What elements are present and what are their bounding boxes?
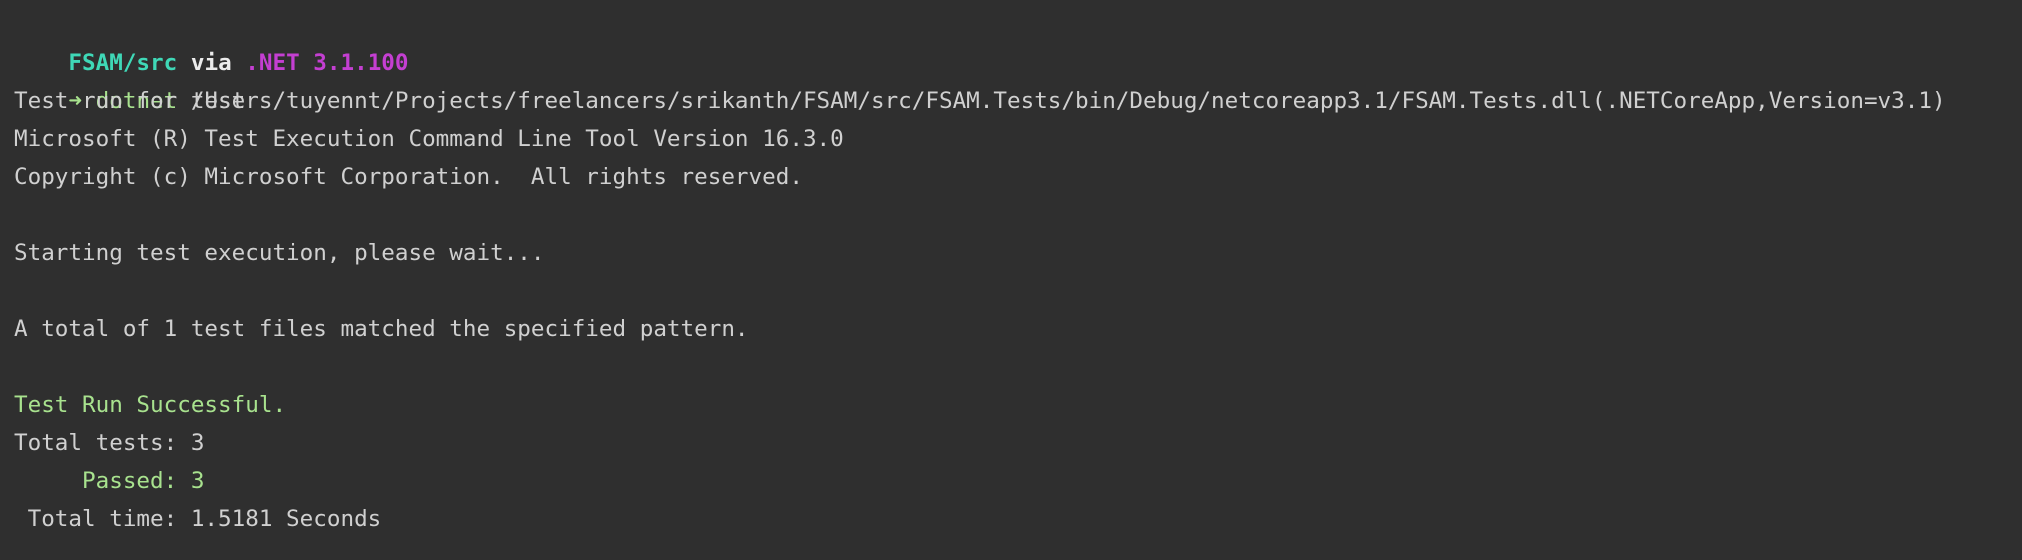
prompt-directory: FSAM/src: [68, 50, 178, 76]
prompt-runtime: .NET 3.1.100: [245, 50, 409, 76]
prompt-via: via: [190, 50, 232, 76]
output-result: Test Run Successful.: [14, 392, 287, 418]
output-matched: A total of 1 test files matched the spec…: [14, 316, 749, 342]
prompt-line: FSAM/src via .NET 3.1.100: [14, 6, 2022, 76]
output-total-tests: Total tests: 3: [14, 430, 205, 456]
output-tool-version: Microsoft (R) Test Execution Command Lin…: [14, 126, 844, 152]
output-total-time: Total time: 1.5181 Seconds: [14, 506, 382, 532]
output-passed: Passed: 3: [14, 468, 205, 494]
terminal-window[interactable]: FSAM/src via .NET 3.1.100 ➜ dotnet test …: [0, 0, 2022, 560]
output-test-run-for: Test run for /Users/tuyennt/Projects/fre…: [14, 88, 1946, 114]
output-copyright: Copyright (c) Microsoft Corporation. All…: [14, 164, 803, 190]
output-starting: Starting test execution, please wait...: [14, 240, 545, 266]
